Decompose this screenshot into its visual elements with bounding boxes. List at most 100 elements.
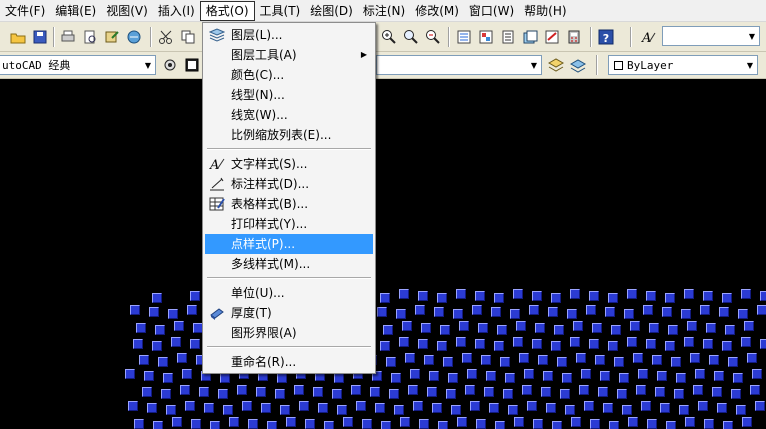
layer-previous-icon[interactable] [546,55,566,75]
point-marker[interactable] [448,373,458,383]
point-marker[interactable] [475,339,485,349]
point-marker[interactable] [541,387,551,397]
point-marker[interactable] [681,309,691,319]
sheet-set-icon[interactable] [520,27,540,47]
point-marker[interactable] [714,371,724,381]
point-marker[interactable] [646,339,656,349]
point-marker[interactable] [438,421,448,429]
point-marker[interactable] [723,421,733,429]
point-marker[interactable] [166,405,176,415]
point-marker[interactable] [581,369,591,379]
point-marker[interactable] [665,341,675,351]
quickcalc-icon[interactable] [564,27,584,47]
point-marker[interactable] [434,307,444,317]
menu-item-drawing-limits[interactable]: 图形界限(A) [205,323,373,343]
properties-icon[interactable] [454,27,474,47]
point-marker[interactable] [277,373,287,383]
point-marker[interactable] [343,417,353,427]
point-marker[interactable] [133,339,143,349]
point-marker[interactable] [190,339,200,349]
menu-window[interactable]: 窗口(W) [464,1,519,21]
menu-tools[interactable]: 工具(T) [255,1,306,21]
text-style-toolbar-icon[interactable]: A [638,27,658,47]
point-marker[interactable] [429,371,439,381]
markup-set-icon[interactable] [542,27,562,47]
point-marker[interactable] [662,307,672,317]
point-marker[interactable] [760,339,766,349]
point-marker[interactable] [605,307,615,317]
menu-draw[interactable]: 绘图(D) [305,1,358,21]
menu-item-layer-tools[interactable]: 图层工具(A) ▶ [205,45,373,65]
point-marker[interactable] [375,403,385,413]
point-marker[interactable] [576,353,586,363]
menu-item-multiline-style[interactable]: 多线样式(M)... [205,254,373,274]
point-marker[interactable] [381,421,391,429]
point-marker[interactable] [624,309,634,319]
point-marker[interactable] [152,293,162,303]
design-center-icon[interactable] [476,27,496,47]
point-marker[interactable] [649,323,659,333]
point-marker[interactable] [628,417,638,427]
menu-item-point-style[interactable]: 点样式(P)... [205,234,373,254]
point-marker[interactable] [603,403,613,413]
point-marker[interactable] [508,405,518,415]
help-icon[interactable]: ? [596,27,616,47]
point-marker[interactable] [500,357,510,367]
point-marker[interactable] [529,305,539,315]
point-marker[interactable] [383,325,393,335]
point-marker[interactable] [484,387,494,397]
point-marker[interactable] [586,305,596,315]
point-marker[interactable] [261,403,271,413]
save-icon[interactable] [30,27,50,47]
menu-item-units[interactable]: 单位(U)... [205,283,373,303]
point-marker[interactable] [744,321,754,331]
cut-icon[interactable] [156,27,176,47]
point-marker[interactable] [286,417,296,427]
point-marker[interactable] [533,419,543,429]
point-marker[interactable] [516,321,526,331]
point-marker[interactable] [142,387,152,397]
open-icon[interactable] [8,27,28,47]
point-marker[interactable] [619,373,629,383]
point-marker[interactable] [641,401,651,411]
point-marker[interactable] [299,401,309,411]
point-marker[interactable] [690,353,700,363]
point-marker[interactable] [757,305,766,315]
point-marker[interactable] [389,389,399,399]
point-marker[interactable] [432,403,442,413]
point-marker[interactable] [204,403,214,413]
point-marker[interactable] [210,421,220,429]
point-marker[interactable] [380,341,390,351]
point-marker[interactable] [440,325,450,335]
point-marker[interactable] [256,387,266,397]
point-marker[interactable] [736,405,746,415]
point-marker[interactable] [451,405,461,415]
point-marker[interactable] [728,357,738,367]
point-marker[interactable] [377,307,387,317]
workspace-dropdown[interactable]: utoCAD 经典 ▼ [0,55,156,75]
layer-dropdown[interactable]: ▼ [376,55,542,75]
point-marker[interactable] [584,401,594,411]
point-marker[interactable] [600,371,610,381]
point-marker[interactable] [155,325,165,335]
point-marker[interactable] [158,357,168,367]
point-marker[interactable] [627,337,637,347]
point-marker[interactable] [668,325,678,335]
point-marker[interactable] [513,337,523,347]
point-marker[interactable] [337,405,347,415]
point-marker[interactable] [405,353,415,363]
point-marker[interactable] [182,369,192,379]
point-marker[interactable] [229,417,239,427]
point-marker[interactable] [717,403,727,413]
tool-palettes-icon[interactable] [498,27,518,47]
point-marker[interactable] [505,373,515,383]
point-marker[interactable] [666,421,676,429]
publish-icon[interactable] [102,27,122,47]
workspace-settings-icon[interactable] [160,55,180,75]
point-marker[interactable] [419,419,429,429]
point-marker[interactable] [557,357,567,367]
point-marker[interactable] [532,291,542,301]
point-marker[interactable] [402,321,412,331]
point-marker[interactable] [399,289,409,299]
point-marker[interactable] [503,389,513,399]
